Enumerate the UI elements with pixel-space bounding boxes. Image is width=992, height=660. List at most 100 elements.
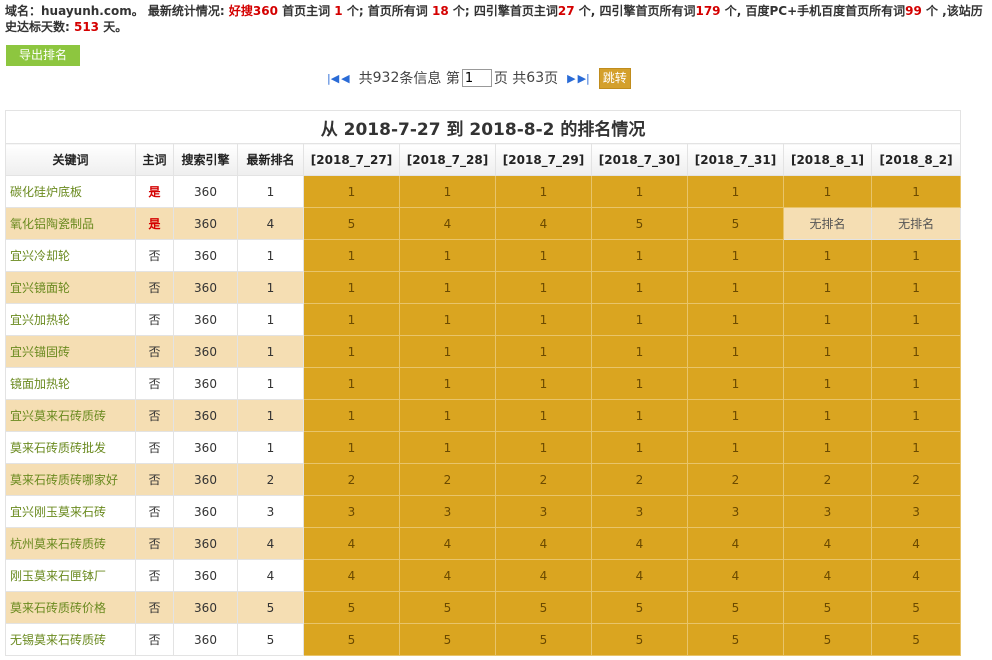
daily-rank-cell: 2 [591,463,688,496]
daily-rank-cell: 1 [870,271,962,304]
daily-rank-cell: 1 [495,175,592,208]
daily-rank-cell: 1 [495,303,592,336]
prev-page-icon[interactable]: ◀ [341,72,349,85]
page-number-input[interactable] [461,69,492,87]
jump-button[interactable]: 跳转 [598,67,631,89]
daily-rank-cell: 无排名 [783,207,872,240]
daily-rank-cell: 3 [783,495,872,528]
keyword-cell[interactable]: 宜兴镜面轮 [5,271,136,304]
daily-rank-cell: 4 [687,527,784,560]
latest-rank-cell: 5 [237,591,304,624]
daily-rank-cell: 1 [687,239,784,272]
latest-rank-cell: 2 [237,463,304,496]
table-row: 无锡莫来石砖质砖否 360 5 5 5 5 5 5 5 5 [5,623,962,656]
total-prefix: 共 [358,71,373,87]
keyword-cell[interactable]: 宜兴加热轮 [5,303,136,336]
daily-rank-cell: 1 [687,335,784,368]
latest-rank-cell: 3 [237,495,304,528]
history-days: 513 [73,20,100,34]
pages-suffix: 页 [544,71,559,87]
main-word-cell: 否 [135,431,174,464]
keyword-cell[interactable]: 无锡莫来石砖质砖 [5,623,136,656]
daily-rank-cell: 5 [870,623,962,656]
export-ranking-button[interactable]: 导出排名 [6,45,80,66]
keyword-cell[interactable]: 镜面加热轮 [5,367,136,400]
table-row: 宜兴冷却轮否 360 1 1 1 1 1 1 1 1 [5,239,962,272]
keyword-cell[interactable]: 莫来石砖质砖价格 [5,591,136,624]
latest-rank-cell: 1 [237,271,304,304]
domain-label: 域名： [5,4,42,18]
table-row: 宜兴加热轮否 360 1 1 1 1 1 1 1 1 [5,303,962,336]
keyword-cell[interactable]: 宜兴冷却轮 [5,239,136,272]
daily-rank-cell: 4 [303,559,400,592]
keyword-cell[interactable]: 碳化硅炉底板 [5,175,136,208]
daily-rank-cell: 1 [591,271,688,304]
daily-rank-cell: 1 [495,367,592,400]
first-page-icon[interactable]: |◀ [327,72,339,85]
daily-rank-cell: 4 [783,527,872,560]
daily-rank-cell: 5 [687,207,784,240]
main-word-cell: 否 [135,463,174,496]
daily-rank-cell: 1 [783,399,872,432]
four-main-label: 个; 四引擎首页主词 [448,4,558,18]
table-row: 氧化铝陶瓷制品是 360 4 5 4 4 5 5 无排名 无排名 [5,207,962,240]
keyword-cell[interactable]: 莫来石砖质砖批发 [5,431,136,464]
daily-rank-cell: 1 [399,367,496,400]
keyword-cell[interactable]: 刚玉莫来石匣钵厂 [5,559,136,592]
keyword-cell[interactable]: 宜兴锚固砖 [5,335,136,368]
daily-rank-cell: 1 [783,303,872,336]
daily-rank-cell: 3 [399,495,496,528]
daily-rank-cell: 3 [303,495,400,528]
engine-cell: 360 [173,335,238,368]
table-row: 宜兴镜面轮否 360 1 1 1 1 1 1 1 1 [5,271,962,304]
last-page-icon[interactable]: ▶| [578,72,590,85]
daily-rank-cell: 5 [303,207,400,240]
daily-rank-cell: 1 [783,431,872,464]
daily-rank-cell: 1 [495,399,592,432]
engine-cell: 360 [173,399,238,432]
daily-rank-cell: 1 [870,239,962,272]
daily-rank-cell: 2 [687,463,784,496]
daily-rank-cell: 1 [495,271,592,304]
column-header: [2018_7_27] [303,143,400,176]
main-word-cell: 是 [135,207,174,240]
daily-rank-cell: 3 [687,495,784,528]
column-header: [2018_7_31] [687,143,784,176]
engine-cell: 360 [173,591,238,624]
daily-rank-cell: 1 [687,399,784,432]
daily-rank-cell: 4 [399,559,496,592]
table-row: 宜兴刚玉莫来石砖否 360 3 3 3 3 3 3 3 3 [5,495,962,528]
daily-rank-cell: 5 [687,623,784,656]
home-main-count: 1 [334,4,343,18]
daily-rank-cell: 1 [591,239,688,272]
daily-rank-cell: 5 [495,623,592,656]
latest-rank-cell: 1 [237,175,304,208]
daily-rank-cell: 1 [303,367,400,400]
daily-rank-cell: 1 [303,335,400,368]
daily-rank-cell: 1 [399,335,496,368]
daily-rank-cell: 4 [591,559,688,592]
daily-rank-cell: 1 [303,431,400,464]
keyword-cell[interactable]: 莫来石砖质砖哪家好 [5,463,136,496]
latest-rank-cell: 4 [237,559,304,592]
daily-rank-cell: 5 [399,591,496,624]
next-page-icon[interactable]: ▶ [567,72,575,85]
table-row: 莫来石砖质砖价格否 360 5 5 5 5 5 5 5 5 [5,591,962,624]
daily-rank-cell: 1 [495,239,592,272]
keyword-cell[interactable]: 杭州莫来石砖质砖 [5,527,136,560]
keyword-cell[interactable]: 宜兴莫来石砖质砖 [5,399,136,432]
column-header: [2018_8_2] [870,143,962,176]
daily-rank-cell: 1 [591,367,688,400]
daily-rank-cell: 2 [303,463,400,496]
keyword-cell[interactable]: 氧化铝陶瓷制品 [5,207,136,240]
daily-rank-cell: 1 [591,335,688,368]
keyword-cell[interactable]: 宜兴刚玉莫来石砖 [5,495,136,528]
daily-rank-cell: 1 [783,335,872,368]
latest-rank-cell: 1 [237,367,304,400]
main-word-cell: 是 [135,175,174,208]
daily-rank-cell: 1 [399,431,496,464]
daily-rank-cell: 5 [303,591,400,624]
table-title: 从 2018-7-27 到 2018-8-2 的排名情况 [4,110,962,144]
main-word-cell: 否 [135,239,174,272]
latest-rank-cell: 1 [237,303,304,336]
